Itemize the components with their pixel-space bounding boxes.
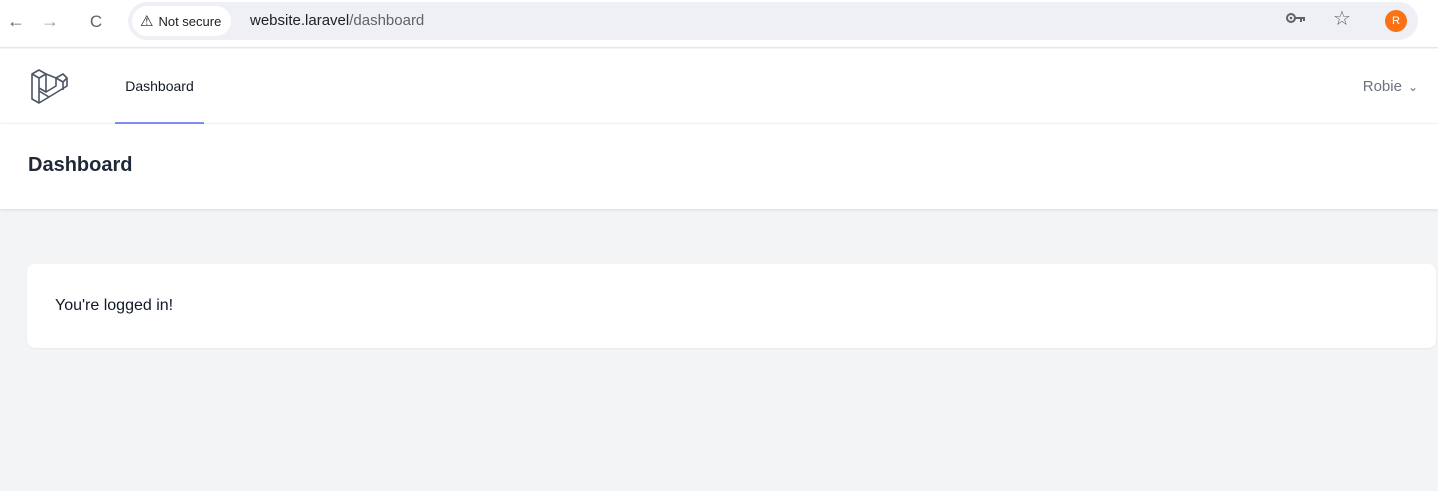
app-navbar: Dashboard Robie ⌄: [0, 49, 1438, 124]
url-text[interactable]: website.laravel/dashboard: [250, 12, 424, 29]
back-arrow-icon[interactable]: ←: [4, 9, 28, 33]
page-header: Dashboard: [0, 124, 1438, 209]
url-host: website.laravel: [250, 12, 350, 29]
address-bar[interactable]: ⚠ Not secure website.laravel/dashboard ☆…: [128, 2, 1418, 40]
security-label: Not secure: [158, 13, 222, 29]
nav-link-dashboard[interactable]: Dashboard: [115, 49, 204, 124]
laravel-logo-icon[interactable]: [28, 66, 68, 106]
reload-icon[interactable]: C: [84, 9, 108, 33]
warning-triangle-icon: ⚠: [140, 12, 154, 30]
password-key-icon[interactable]: [1286, 11, 1306, 30]
url-path: /dashboard: [349, 12, 425, 29]
logged-in-message: You're logged in!: [55, 297, 174, 314]
user-dropdown[interactable]: Robie ⌄: [1363, 49, 1418, 124]
forward-arrow-icon[interactable]: →: [38, 9, 62, 33]
bookmark-star-icon[interactable]: ☆: [1333, 9, 1351, 29]
page-title: Dashboard: [28, 154, 133, 176]
chevron-down-icon: ⌄: [1407, 79, 1418, 94]
profile-avatar[interactable]: R: [1385, 10, 1407, 32]
browser-toolbar: ← → C ⚠ Not secure website.laravel/dashb…: [0, 0, 1438, 48]
security-chip[interactable]: ⚠ Not secure: [132, 6, 232, 36]
content-card: You're logged in!: [27, 264, 1436, 348]
user-name: Robie: [1362, 78, 1402, 95]
